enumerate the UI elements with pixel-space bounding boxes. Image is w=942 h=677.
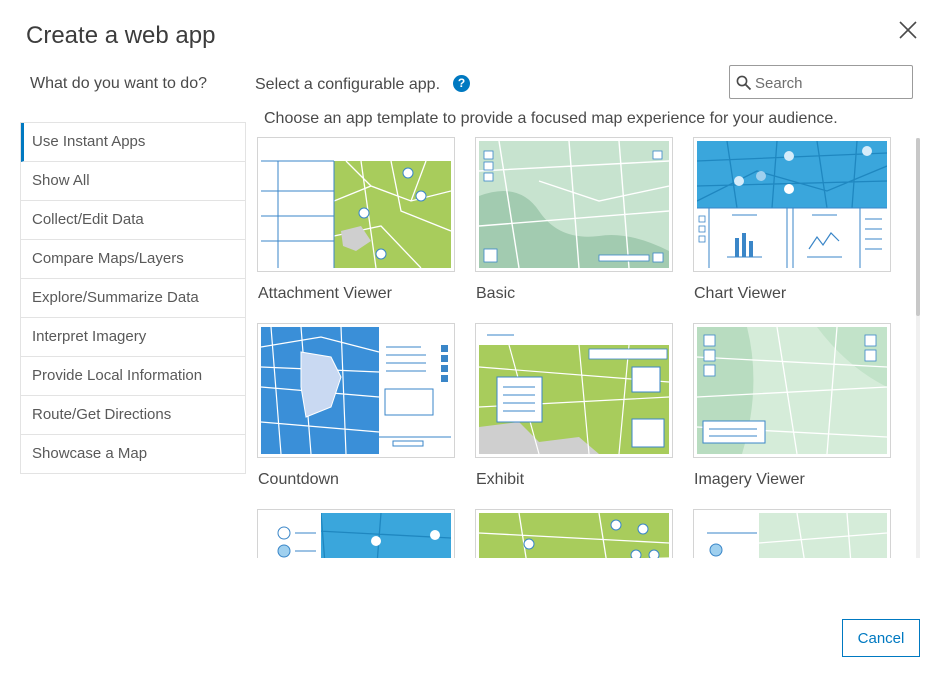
sidebar-item-explore-summarize-data[interactable]: Explore/Summarize Data	[21, 279, 245, 318]
sidebar-item-compare-maps-layers[interactable]: Compare Maps/Layers	[21, 240, 245, 279]
help-icon[interactable]: ?	[453, 75, 470, 92]
template-thumbnail	[693, 509, 891, 558]
gallery-description: Choose an app template to provide a focu…	[264, 110, 838, 127]
template-card-basic[interactable]: Basic	[475, 137, 673, 303]
search-box	[729, 65, 913, 99]
template-gallery[interactable]: Attachment Viewer Basic Chart Viewer Cou…	[256, 136, 916, 558]
sidebar-item-label: Interpret Imagery	[32, 328, 147, 345]
sidebar-item-use-instant-apps[interactable]: Use Instant Apps	[21, 123, 245, 162]
sidebar-item-route-get-directions[interactable]: Route/Get Directions	[21, 396, 245, 435]
search-icon	[736, 75, 752, 91]
sidebar-item-label: Use Instant Apps	[32, 133, 146, 150]
template-thumbnail	[475, 137, 673, 272]
cancel-button[interactable]: Cancel	[842, 619, 920, 657]
template-thumbnail	[257, 323, 455, 458]
template-card-label: Basic	[476, 285, 516, 302]
template-card-label: Attachment Viewer	[258, 285, 392, 302]
sidebar-item-label: Provide Local Information	[32, 367, 203, 384]
template-card-chart-viewer[interactable]: Chart Viewer	[693, 137, 891, 303]
sidebar-item-provide-local-information[interactable]: Provide Local Information	[21, 357, 245, 396]
template-thumbnail	[257, 137, 455, 272]
gallery-scrollbar[interactable]	[916, 138, 920, 558]
template-card-attachment-viewer[interactable]: Attachment Viewer	[257, 137, 455, 303]
template-card-row3-1[interactable]	[257, 509, 455, 558]
sidebar-item-label: Collect/Edit Data	[32, 211, 144, 228]
sidebar-item-showcase-a-map[interactable]: Showcase a Map	[21, 435, 245, 474]
attachment-viewer-thumbnail	[261, 141, 451, 268]
countdown-thumbnail	[261, 327, 451, 454]
template-thumbnail	[257, 509, 455, 558]
sidebar-item-label: Explore/Summarize Data	[32, 289, 199, 306]
sidebar-item-collect-edit-data[interactable]: Collect/Edit Data	[21, 201, 245, 240]
sidebar-item-label: Route/Get Directions	[32, 406, 172, 423]
scrollbar-thumb[interactable]	[916, 138, 920, 316]
template-thumbnail	[693, 323, 891, 458]
template-card-imagery-viewer[interactable]: Imagery Viewer	[693, 323, 891, 489]
template-card-label: Imagery Viewer	[694, 471, 805, 488]
template-card-countdown[interactable]: Countdown	[257, 323, 455, 489]
template-thumbnail-image	[261, 513, 451, 558]
template-card-label: Countdown	[258, 471, 339, 488]
dialog-title: Create a web app	[26, 22, 216, 49]
template-card-label: Exhibit	[476, 471, 525, 488]
template-card-row3-2[interactable]	[475, 509, 673, 558]
select-app-label: Select a configurable app.	[255, 76, 441, 93]
category-sidebar: Use Instant Apps Show All Collect/Edit D…	[20, 122, 246, 474]
chart-viewer-thumbnail	[697, 141, 887, 268]
template-thumbnail-image	[479, 513, 669, 558]
sidebar-item-show-all[interactable]: Show All	[21, 162, 245, 201]
sidebar-item-label: Compare Maps/Layers	[32, 250, 184, 267]
search-input[interactable]	[753, 72, 907, 94]
template-thumbnail-image	[697, 513, 887, 558]
sidebar-item-interpret-imagery[interactable]: Interpret Imagery	[21, 318, 245, 357]
sidebar-heading: What do you want to do?	[30, 75, 207, 92]
exhibit-thumbnail	[479, 327, 669, 454]
imagery-viewer-thumbnail	[697, 327, 887, 454]
template-thumbnail	[475, 323, 673, 458]
sidebar-item-label: Show All	[32, 172, 90, 189]
template-card-label: Chart Viewer	[694, 285, 787, 302]
basic-thumbnail	[479, 141, 669, 268]
template-thumbnail	[475, 509, 673, 558]
template-card-exhibit[interactable]: Exhibit	[475, 323, 673, 489]
sidebar-item-label: Showcase a Map	[32, 445, 148, 462]
template-card-row3-3[interactable]	[693, 509, 891, 558]
close-icon[interactable]	[896, 18, 920, 42]
template-thumbnail	[693, 137, 891, 272]
